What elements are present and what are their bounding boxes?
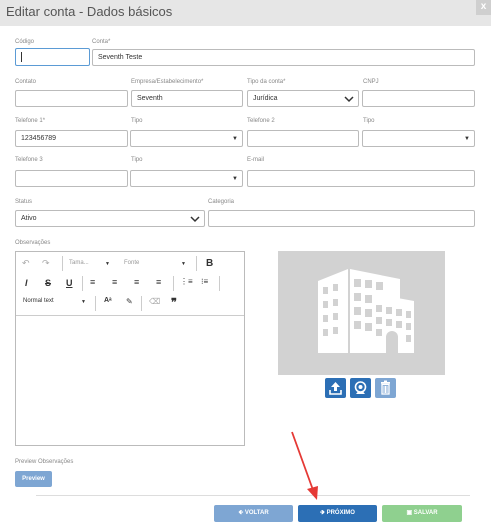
tipo2-label: Tipo (363, 118, 375, 124)
tipo3-label: Tipo (131, 157, 143, 163)
tipo-conta-value: Jurídica (253, 95, 278, 102)
codigo-label: Código (15, 39, 35, 45)
upload-icon (329, 382, 342, 395)
save-button[interactable]: ▣ SALVAR (382, 505, 462, 522)
conta-label: Conta* (92, 39, 111, 45)
delete-image-button[interactable] (375, 378, 396, 398)
trash-icon (381, 380, 390, 395)
cnpj-label: CNPJ (363, 79, 379, 85)
email-label: E-mail (247, 157, 265, 163)
telefone3-label: Telefone 3 (15, 157, 43, 163)
ordered-list-icon[interactable]: ⋮≡ (180, 277, 193, 286)
window-title: Editar conta - Dados básicos (6, 4, 173, 19)
webcam-button[interactable] (350, 378, 371, 398)
paragraph-style-select[interactable]: Normal text (23, 298, 54, 304)
next-button-label: PRÓXIMO (326, 510, 355, 516)
text-cursor (21, 52, 22, 62)
preview-button[interactable]: Preview (15, 471, 52, 487)
arrow-left-icon: 🡸 (238, 510, 244, 516)
codigo-field[interactable] (15, 48, 90, 66)
arrow-right-icon: 🡺 (320, 510, 325, 516)
telefone1-field[interactable]: 123456789 (15, 130, 128, 147)
cnpj-field[interactable] (362, 90, 475, 107)
underline-icon[interactable]: U (66, 278, 73, 288)
tipo2-select[interactable]: ▼ (362, 130, 475, 147)
back-button[interactable]: 🡸 VOLTAR (214, 505, 293, 522)
empresa-label: Empresa/Estabelecimento* (131, 79, 204, 85)
undo-icon[interactable]: ↶ (22, 258, 30, 269)
webcam-icon (354, 381, 367, 394)
telefone2-label: Telefone 2 (247, 118, 275, 124)
upload-image-button[interactable] (325, 378, 346, 398)
toolbar-separator (62, 256, 63, 271)
categoria-label: Categoria (208, 199, 235, 205)
empresa-field[interactable]: Seventh (131, 90, 243, 107)
telefone2-field[interactable] (247, 130, 359, 147)
save-icon: ▣ (406, 510, 413, 516)
tipo-conta-select[interactable]: Jurídica (247, 90, 359, 107)
toolbar-separator (173, 276, 174, 291)
footer-divider (36, 495, 470, 496)
status-select[interactable]: Ativo (15, 210, 205, 227)
align-left-icon[interactable]: ≡ (90, 277, 95, 287)
caret-down-icon: ▼ (232, 136, 238, 142)
building-icon (318, 269, 414, 353)
contato-field[interactable] (15, 90, 128, 107)
caret-down-icon: ▼ (105, 261, 110, 267)
highlighter-icon[interactable]: ✎ (126, 297, 133, 306)
toolbar-separator (95, 296, 96, 311)
font-size-select[interactable]: Tama... (69, 260, 89, 266)
save-button-label: SALVAR (413, 510, 438, 516)
strikethrough-icon[interactable]: S (45, 278, 51, 288)
caret-down-icon: ▼ (464, 136, 470, 142)
status-label: Status (15, 199, 33, 205)
telefone3-field[interactable] (15, 170, 128, 187)
tipo3-select[interactable]: ▼ (130, 170, 243, 187)
preview-label: Preview Observações (15, 459, 74, 465)
chevron-down-icon (344, 96, 354, 103)
toolbar-separator (141, 296, 142, 311)
caret-down-icon: ▼ (232, 176, 238, 182)
caret-down-icon: ▼ (181, 261, 186, 267)
account-image-placeholder (278, 251, 445, 375)
tipo1-select[interactable]: ▼ (130, 130, 243, 147)
align-center-icon[interactable]: ≡ (112, 277, 117, 287)
observacoes-label: Observações (15, 240, 51, 246)
toolbar-separator (219, 276, 220, 291)
conta-field[interactable]: Seventh Teste (92, 49, 475, 66)
back-button-label: VOLTAR (244, 510, 269, 516)
toolbar-separator (196, 256, 197, 271)
caret-down-icon: ▼ (81, 299, 86, 305)
next-button[interactable]: 🡺 PRÓXIMO (298, 505, 377, 522)
editor-toolbar: ↶ ↷ Tama... ▼ Fonte ▼ B I S U ≡ ≡ ≡ ≡ ⋮≡… (16, 252, 244, 316)
categoria-field[interactable] (208, 210, 475, 227)
align-right-icon[interactable]: ≡ (134, 277, 139, 287)
contato-label: Contato (15, 79, 37, 85)
status-value: Ativo (21, 215, 37, 222)
bold-icon[interactable]: B (206, 258, 213, 269)
close-button[interactable]: x (476, 0, 491, 15)
align-justify-icon[interactable]: ≡ (156, 277, 161, 287)
eraser-icon[interactable]: ⌫ (149, 297, 160, 306)
telefone1-label: Telefone 1* (15, 118, 46, 124)
quote-icon[interactable]: ❞ (171, 296, 177, 309)
font-color-icon[interactable]: Aᵃ (104, 297, 112, 304)
tipo1-label: Tipo (131, 118, 143, 124)
email-field[interactable] (247, 170, 475, 187)
toolbar-separator (82, 276, 83, 291)
annotation-arrow-icon (291, 431, 318, 500)
unordered-list-icon[interactable]: ⁝≡ (201, 277, 208, 286)
chevron-down-icon (190, 216, 200, 223)
redo-icon[interactable]: ↷ (42, 258, 50, 269)
italic-icon[interactable]: I (25, 278, 28, 288)
tipo-conta-label: Tipo da conta* (247, 79, 286, 85)
font-family-select[interactable]: Fonte (124, 260, 139, 266)
